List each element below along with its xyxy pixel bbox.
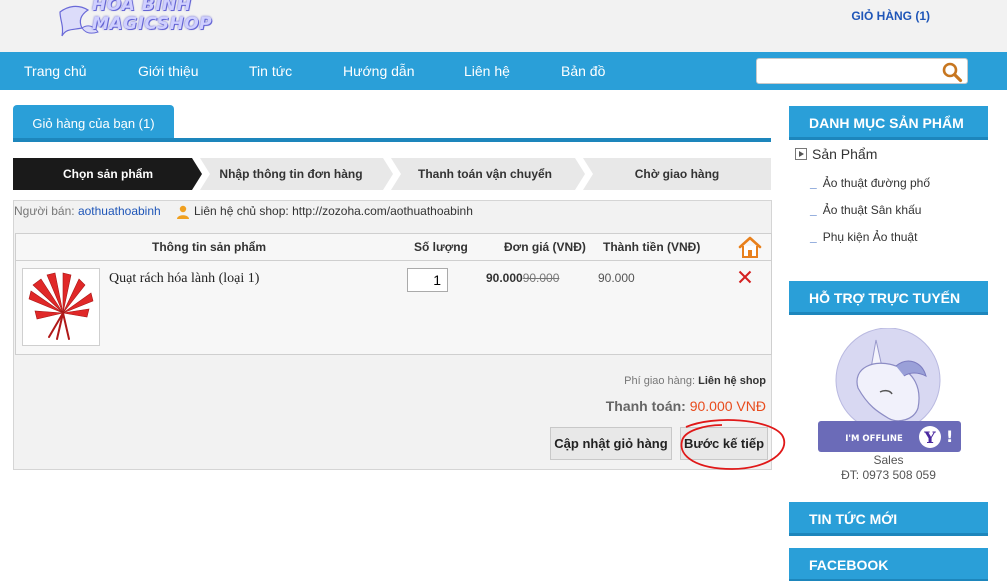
price-current: 90.000 (486, 271, 523, 285)
product-thumbnail[interactable] (22, 268, 100, 346)
next-step-button[interactable]: Bước kế tiếp (680, 427, 768, 460)
support-heading: HỖ TRỢ TRỰC TUYẾN (789, 281, 988, 315)
dash-icon: _ (810, 230, 817, 244)
shipping-fee: Phí giao hàng: Liên hệ shop (624, 375, 766, 387)
category-root-label: Sản Phẩm (812, 146, 878, 162)
dash-icon: _ (810, 203, 817, 217)
cart-link[interactable]: GIỎ HÀNG (1) (851, 9, 930, 23)
table-header-divider (16, 260, 771, 261)
dash-icon: _ (810, 176, 817, 190)
logo-line-2: MAGICSHOP (92, 14, 213, 34)
category-label: Ảo thuật đường phố (822, 176, 931, 190)
header-product-info: Thông tin sản phẩm (152, 240, 266, 254)
facebook-heading[interactable]: FACEBOOK (789, 548, 988, 581)
step-payment-shipping: Thanh toán vận chuyển (417, 167, 552, 181)
sales-phone: ĐT: 0973 508 059 (841, 468, 936, 482)
logo-text: HÒA BÌNH MAGICSHOP (92, 0, 212, 34)
cart-panel: Người bán: aothuathoabinh Liên hệ chủ sh… (13, 200, 785, 470)
nav-item-contact[interactable]: Liên hệ (464, 63, 510, 79)
nav-item-about[interactable]: Giới thiệu (138, 63, 199, 79)
top-header: HÒA BÌNH MAGICSHOP GIỎ HÀNG (1) (0, 0, 1007, 52)
contact-text: Liên hệ chủ shop: http://zozoha.com/aoth… (194, 204, 473, 218)
unit-price: 90.00090.000 (486, 271, 559, 285)
price-original: 90.000 (522, 271, 560, 285)
header-unit-price: Đơn giá (VNĐ) (504, 240, 586, 254)
unicorn-avatar-icon: I'M OFFLINE Y ! (818, 327, 961, 452)
exclamation-icon: ! (946, 427, 953, 446)
category-stage-magic[interactable]: _ Ảo thuật Sân khấu (810, 203, 921, 217)
shipping-label: Phí giao hàng: (624, 375, 696, 387)
person-icon (177, 205, 189, 219)
red-fan-image (28, 272, 94, 340)
search-input[interactable] (761, 62, 937, 80)
status-badge: I'M OFFLINE (845, 434, 903, 444)
payment-total: Thanh toán: 90.000 VNĐ (606, 398, 766, 414)
step-awaiting-delivery: Chờ giao hàng (634, 167, 720, 181)
step-select-product: Chọn sản phẩm (62, 167, 153, 181)
seller-name-link[interactable]: aothuathoabinh (78, 204, 161, 218)
cart-table: Thông tin sản phẩm Số lượng Đơn giá (VNĐ… (15, 233, 772, 355)
category-label: Phụ kiện Ảo thuật (822, 230, 918, 244)
header-line-total: Thành tiền (VNĐ) (603, 240, 701, 254)
category-root[interactable]: Sản Phẩm (795, 146, 877, 162)
nav-item-guide[interactable]: Hướng dẫn (343, 63, 414, 79)
quantity-input[interactable] (407, 268, 448, 292)
header-quantity: Số lượng (414, 240, 468, 254)
pay-amount: 90.000 VNĐ (689, 398, 766, 414)
line-total: 90.000 (598, 271, 635, 285)
nav-item-map[interactable]: Bản đồ (561, 63, 605, 79)
shop-logo[interactable]: HÒA BÌNH MAGICSHOP (58, 0, 212, 44)
seller-row: Người bán: aothuathoabinh Liên hệ chủ sh… (14, 204, 473, 219)
update-cart-button[interactable]: Cập nhật giỏ hàng (550, 427, 672, 460)
yahoo-y-icon: Y (923, 428, 936, 447)
home-icon[interactable] (738, 235, 762, 259)
yahoo-status-avatar[interactable]: I'M OFFLINE Y ! (818, 327, 961, 454)
product-name[interactable]: Quạt rách hóa lành (loại 1) (109, 271, 259, 287)
category-street-magic[interactable]: _ Ảo thuật đường phố (810, 176, 930, 190)
category-label: Ảo thuật Sân khấu (822, 203, 922, 217)
delete-icon[interactable] (738, 270, 752, 284)
news-heading[interactable]: TIN TỨC MỚI (789, 502, 988, 536)
logo-line-1: HÒA BÌNH (92, 0, 192, 15)
play-icon (795, 148, 807, 160)
tab-divider (13, 138, 771, 142)
pay-label: Thanh toán: (605, 398, 686, 414)
nav-item-home[interactable]: Trang chủ (24, 63, 87, 79)
search-icon[interactable] (941, 61, 963, 83)
search-box (756, 58, 968, 84)
cart-tab[interactable]: Giỏ hàng của bạn (1) (13, 105, 174, 140)
nav-item-news[interactable]: Tin tức (249, 63, 292, 79)
seller-label: Người bán: (14, 204, 75, 218)
sales-label: Sales (873, 453, 904, 467)
checkout-steps: Chọn sản phẩm Nhập thông tin đơn hàng Th… (13, 158, 771, 190)
category-magic-accessories[interactable]: _ Phụ kiện Ảo thuật (810, 230, 917, 244)
step-order-info: Nhập thông tin đơn hàng (219, 167, 363, 181)
shipping-value: Liên hệ shop (698, 375, 766, 387)
categories-heading: DANH MỤC SẢN PHẨM (789, 106, 988, 140)
main-nav: Trang chủ Giới thiệu Tin tức Hướng dẫn L… (0, 52, 1007, 90)
